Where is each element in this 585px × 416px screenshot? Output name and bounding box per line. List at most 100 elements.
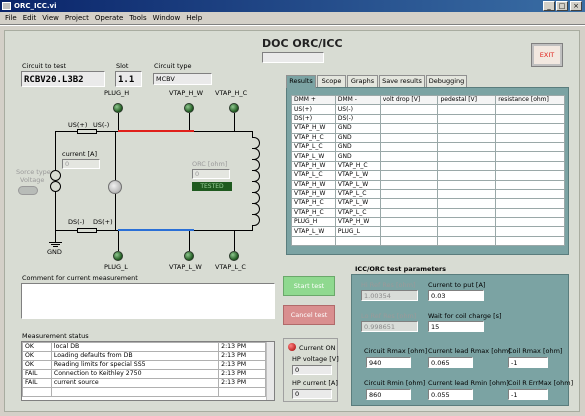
current-source-icon — [50, 170, 61, 181]
hp-voltage-value[interactable]: 0 — [292, 365, 332, 375]
cancel-test-button[interactable]: Cancel test — [283, 305, 335, 325]
exit-button[interactable]: EXIT — [531, 43, 563, 67]
table-cell — [379, 104, 439, 115]
menu-window[interactable]: Window — [150, 12, 184, 24]
us-shunt-resistor — [77, 129, 97, 134]
coil-rmax-input[interactable]: -1 — [508, 357, 548, 368]
current-to-put-input[interactable]: 0.03 — [428, 290, 484, 301]
maximize-button[interactable]: □ — [556, 1, 568, 11]
menu-view[interactable]: View — [39, 12, 62, 24]
tab-scope[interactable]: Scope — [317, 75, 346, 87]
status-cell — [50, 387, 220, 397]
table-row[interactable]: US(+) US(-) — [291, 104, 565, 115]
table-cell: GND — [334, 141, 381, 153]
table-cell — [437, 113, 497, 125]
table-cell — [437, 217, 497, 228]
app-icon[interactable] — [2, 2, 11, 10]
table-row[interactable]: VTAP_L_W PLUG_L — [291, 226, 565, 237]
lo-ref-input[interactable]: 0.998651 — [361, 321, 418, 332]
window-titlebar[interactable]: ORC_ICC.vi — [0, 0, 585, 12]
circuit-type-value[interactable]: MCBV — [153, 73, 212, 85]
current-source-icon — [50, 181, 61, 192]
table-row[interactable]: VTAP_H_W VTAP_L_W — [291, 179, 565, 190]
measurement-status-list[interactable]: OK local DB 2:13 PM OK Loading defaults from… — [21, 341, 275, 401]
table-row[interactable]: VTAP_H_C GND — [291, 132, 565, 143]
table-cell: VTAP_H_W — [334, 217, 381, 228]
status-scrollbar[interactable] — [266, 342, 274, 400]
status-row[interactable]: OK Loading defaults from DB 2:13 PM — [22, 351, 266, 361]
menu-project[interactable]: Project — [62, 12, 92, 24]
comment-input[interactable] — [21, 283, 275, 319]
wire — [118, 231, 119, 251]
source-type-toggle[interactable] — [18, 186, 38, 195]
hi-ref-input[interactable]: 1.00354 — [361, 290, 418, 301]
hp-current-label: HP current [A] — [292, 379, 338, 387]
coil-err-input[interactable]: -1 — [508, 389, 548, 400]
vtap-l-c-led — [229, 251, 239, 261]
table-cell — [437, 207, 497, 219]
tab-results[interactable]: Results — [286, 75, 316, 88]
vtap-l-c-label: VTAP_L_C — [215, 263, 246, 271]
menu-edit[interactable]: Edit — [20, 12, 40, 24]
rmax-label: Circuit Rmax [ohm] — [364, 347, 428, 355]
menu-operate[interactable]: Operate — [92, 12, 126, 24]
status-row[interactable]: FAIL Connection to Keithley 2750 2:13 PM — [22, 369, 266, 379]
plug-l-led — [113, 251, 123, 261]
current-value[interactable]: 0 — [62, 159, 100, 169]
table-row[interactable]: VTAP_L_C VTAP_L_W — [291, 170, 565, 181]
menu-help[interactable]: Help — [183, 12, 205, 24]
current-to-put-label: Current to put [A] — [428, 281, 486, 289]
status-cell: OK — [22, 351, 52, 361]
table-cell — [495, 141, 565, 153]
status-row[interactable]: OK Reading limits for special SS5 2:13 PM — [22, 360, 266, 370]
table-row[interactable]: VTAP_H_C VTAP_L_C — [291, 207, 565, 219]
lead-rmax-input[interactable]: 0.065 — [428, 357, 473, 368]
status-row[interactable]: OK local DB 2:13 PM — [22, 342, 266, 352]
rmax-input[interactable]: 940 — [366, 357, 411, 368]
table-cell: US(+) — [291, 104, 336, 115]
table-cell: VTAP_L_C — [334, 207, 381, 219]
results-header-cell: DMM + — [291, 94, 336, 106]
tab-save-results[interactable]: Save results — [379, 75, 425, 87]
minimize-button[interactable]: _ — [543, 1, 555, 11]
table-cell: VTAP_H_W — [291, 188, 336, 200]
menu-bar: File Edit View Project Operate Tools Window Hel… — [0, 12, 585, 24]
table-cell — [379, 179, 439, 190]
table-row[interactable]: VTAP_L_C GND — [291, 141, 565, 153]
table-row[interactable]: DS(+) DS(-) — [291, 113, 565, 125]
rmin-input[interactable]: 860 — [366, 389, 411, 400]
table-row[interactable]: VTAP_H_W VTAP_L_C — [291, 188, 565, 200]
rmin-label: Circuit Rmin [ohm] — [364, 379, 426, 387]
table-cell — [379, 188, 439, 200]
page-title: DOC ORC/ICC — [262, 37, 343, 50]
slot-value[interactable]: 1.1 — [115, 71, 142, 87]
hp-current-value[interactable]: 0 — [292, 389, 332, 399]
table-cell — [437, 123, 497, 134]
slot-label: Slot — [116, 62, 129, 70]
table-cell: VTAP_H_C — [334, 160, 381, 172]
circuit-to-test-value[interactable]: RCBV20.L3B2 — [21, 71, 105, 87]
table-row[interactable] — [291, 235, 565, 247]
table-row[interactable]: VTAP_H_W VTAP_H_C — [291, 160, 565, 172]
start-test-button[interactable]: Start test — [283, 276, 335, 296]
menu-tools[interactable]: Tools — [126, 12, 149, 24]
menu-file[interactable]: File — [2, 12, 20, 24]
status-cell: local DB — [50, 342, 220, 352]
orc-value[interactable]: 0 — [192, 169, 230, 179]
status-row[interactable] — [22, 387, 266, 397]
table-row[interactable]: VTAP_H_C VTAP_L_W — [291, 198, 565, 209]
table-cell: VTAP_L_W — [291, 226, 336, 237]
lead-rmin-input[interactable]: 0.055 — [428, 389, 473, 400]
orc-label: ORC [ohm] — [192, 160, 228, 168]
measurement-status-label: Measurement status — [22, 332, 89, 340]
wait-input[interactable]: 15 — [428, 321, 484, 332]
status-string-indicator — [262, 52, 324, 63]
results-table-container: DMM + DMM - volt drop [V] pedestal [V] resis… — [291, 94, 565, 247]
status-row[interactable]: FAIL current source 2:13 PM — [22, 378, 266, 388]
table-row[interactable]: VTAP_L_W GND — [291, 151, 565, 162]
table-row[interactable]: VTAP_H_W GND — [291, 123, 565, 134]
table-row[interactable]: PLUG_H VTAP_H_W — [291, 217, 565, 228]
tab-debugging[interactable]: Debugging — [426, 75, 467, 87]
tab-graphs[interactable]: Graphs — [347, 75, 378, 87]
close-window-button[interactable]: × — [570, 1, 582, 11]
